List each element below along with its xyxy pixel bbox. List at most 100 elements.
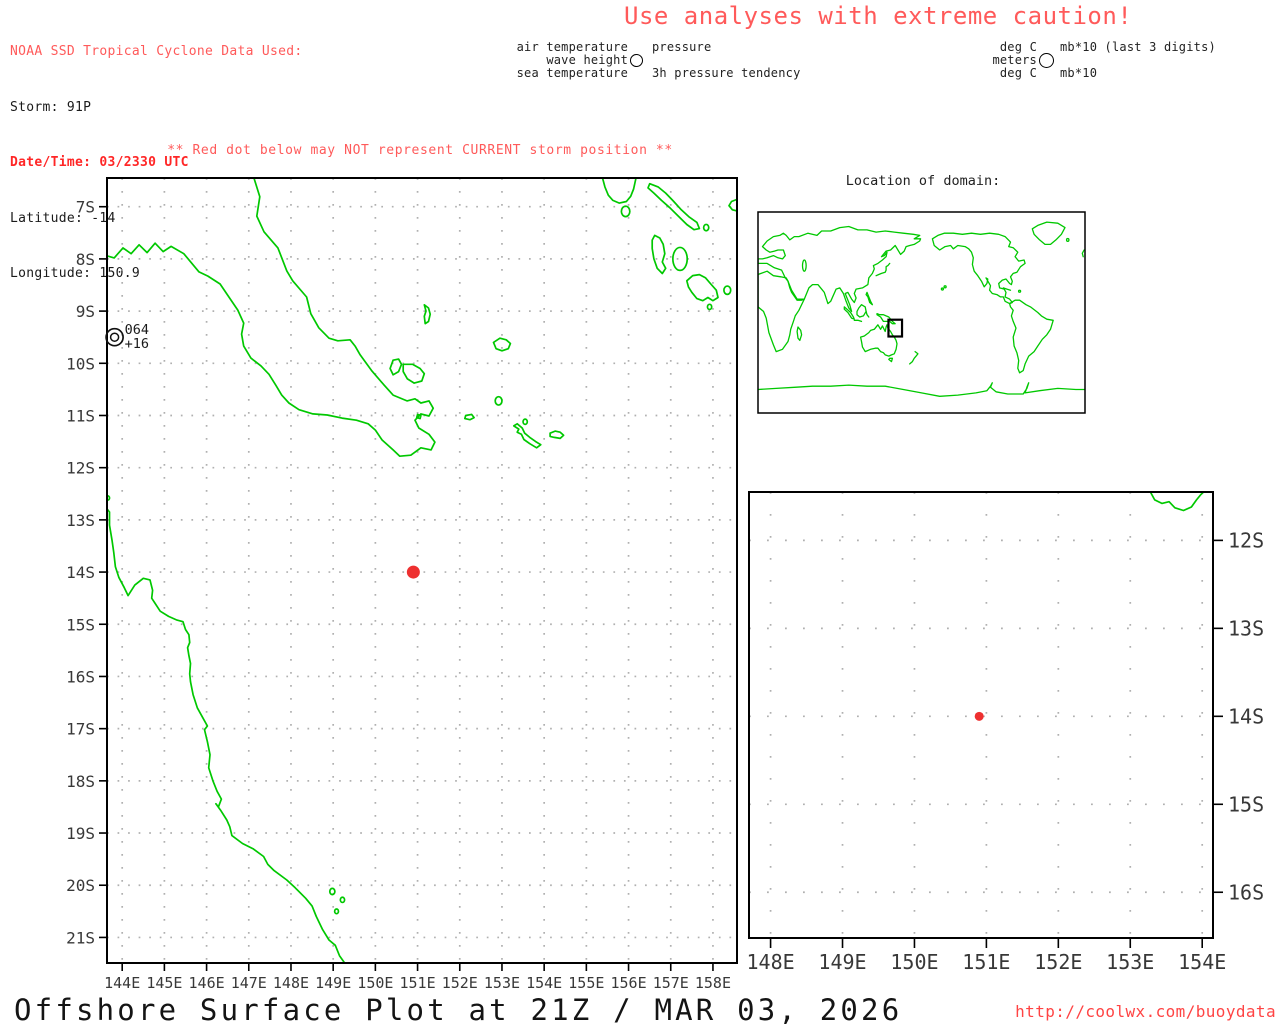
y-tick-label: 7S (76, 198, 95, 217)
coastline (931, 232, 1026, 305)
island-outline (943, 285, 947, 289)
y-tick-label: 12S (66, 459, 95, 478)
island-outline (1017, 289, 1022, 293)
coastline (728, 198, 737, 212)
coastline (853, 319, 863, 323)
y-tick-label: 18S (66, 772, 95, 791)
x-tick-label: 153E (1106, 950, 1154, 974)
coastline (1149, 492, 1205, 512)
coastline (865, 291, 874, 306)
island-outline (620, 205, 631, 218)
coastline (796, 326, 803, 342)
x-tick-label: 148E (273, 974, 309, 992)
units-pressure-label: mb*10 (last 3 digits) (1060, 40, 1216, 54)
x-tick-label: 145E (146, 974, 182, 992)
y-tick-label: 10S (66, 354, 95, 373)
legend-wave-height-label: wave height (546, 53, 628, 67)
island-outline (706, 303, 713, 311)
zoom-map-layers (749, 492, 1213, 938)
y-tick-label: 13S (66, 511, 95, 530)
island-outline (339, 896, 346, 904)
x-tick-label: 157E (653, 974, 689, 992)
x-tick-label: 156E (610, 974, 646, 992)
units-sea-temp-label: deg C (999, 66, 1037, 80)
buoy-observation-marker: 064+16 (105, 322, 149, 352)
coastline (1081, 249, 1085, 258)
coastline (758, 225, 922, 313)
y-tick-label: 12S (1228, 528, 1264, 552)
x-tick-label: 148E (746, 950, 794, 974)
world-map-title: Location of domain: (845, 173, 1001, 189)
coastline (1031, 221, 1066, 246)
y-tick-label: 20S (66, 876, 95, 895)
island-outline (522, 418, 529, 426)
buoy-inner-circle-icon (109, 332, 120, 342)
main-map: 144E 145E 146E 147E 148E 149E 150E 151E 152E 153E… (66, 177, 738, 992)
y-tick-label: 11S (66, 406, 95, 425)
coastline (107, 507, 346, 963)
units-tendency-label: mb*10 (1060, 66, 1098, 80)
x-tick-label: 151E (962, 950, 1010, 974)
world-map (757, 211, 1086, 414)
legend-sea-temperature-label: sea temperature (516, 66, 628, 80)
y-tick-label: 21S (66, 928, 95, 947)
coastline (402, 363, 426, 384)
coastline (107, 178, 436, 458)
x-tick-label: 149E (315, 974, 351, 992)
site-url[interactable]: http://coolwx.com/buoydata (1000, 1002, 1276, 1021)
coastline (856, 304, 867, 318)
coastline (423, 303, 432, 325)
y-tick-label: 14S (1228, 704, 1264, 728)
x-tick-label: 146E (189, 974, 225, 992)
y-tick-label: 9S (76, 302, 95, 321)
coastline (865, 310, 870, 318)
coastline (758, 382, 1085, 397)
island-outline (723, 285, 732, 296)
legend-air-temperature-label: air temperature (516, 40, 628, 54)
coastline (389, 358, 403, 376)
station-circle-icon (630, 54, 643, 67)
page-title: Offshore Surface Plot at 21Z / MAR 03, 2… (14, 993, 903, 1024)
buoy-outer-circle-icon (105, 327, 124, 347)
coastline (549, 430, 565, 440)
main-frame (106, 177, 738, 964)
y-tick-label: 16S (66, 667, 95, 686)
x-tick-label: 152E (442, 974, 478, 992)
island-outline (801, 259, 807, 272)
zoom-map: 148E 149E 150E 151E 152E 153E 154E 12S 13S 14S 15S… (746, 491, 1264, 974)
main-map-layers (107, 178, 737, 963)
storm-position-dot (406, 565, 420, 579)
x-tick-label: 150E (890, 950, 938, 974)
legend-pressure-tendency-label: 3h pressure tendency (652, 66, 801, 80)
y-tick-label: 15S (66, 615, 95, 634)
x-tick-label: 155E (568, 974, 604, 992)
x-tick-label: 152E (1034, 950, 1082, 974)
x-tick-label: 153E (484, 974, 520, 992)
island-outline (333, 908, 340, 915)
island-outline (702, 223, 710, 232)
y-tick-label: 17S (66, 720, 95, 739)
storm-position-warning: ** Red dot below may NOT represent CURRE… (167, 143, 673, 158)
x-tick-label: 150E (357, 974, 393, 992)
coastline (651, 234, 667, 275)
coastline (909, 350, 919, 365)
coastline (601, 178, 637, 204)
coastline (1008, 299, 1054, 374)
y-tick-label: 16S (1228, 880, 1264, 904)
units-air-temp-label: deg C (999, 40, 1037, 54)
island-outline (494, 395, 503, 406)
coastline (512, 422, 542, 449)
y-tick-label: 14S (66, 563, 95, 582)
coastline (859, 324, 898, 357)
x-tick-label: 158E (695, 974, 731, 992)
coastline (875, 262, 891, 277)
storm-position-dot (974, 711, 984, 721)
buoy-plot-page: NOAA SSD Tropical Cyclone Data Used: Sto… (0, 0, 1280, 1024)
island-outline (940, 287, 945, 291)
coastline (492, 337, 512, 352)
coastline (888, 357, 894, 363)
island-outline (672, 246, 689, 272)
legend-pressure-label: pressure (652, 40, 712, 54)
world-frame (757, 211, 1086, 414)
x-tick-label: 147E (231, 974, 267, 992)
